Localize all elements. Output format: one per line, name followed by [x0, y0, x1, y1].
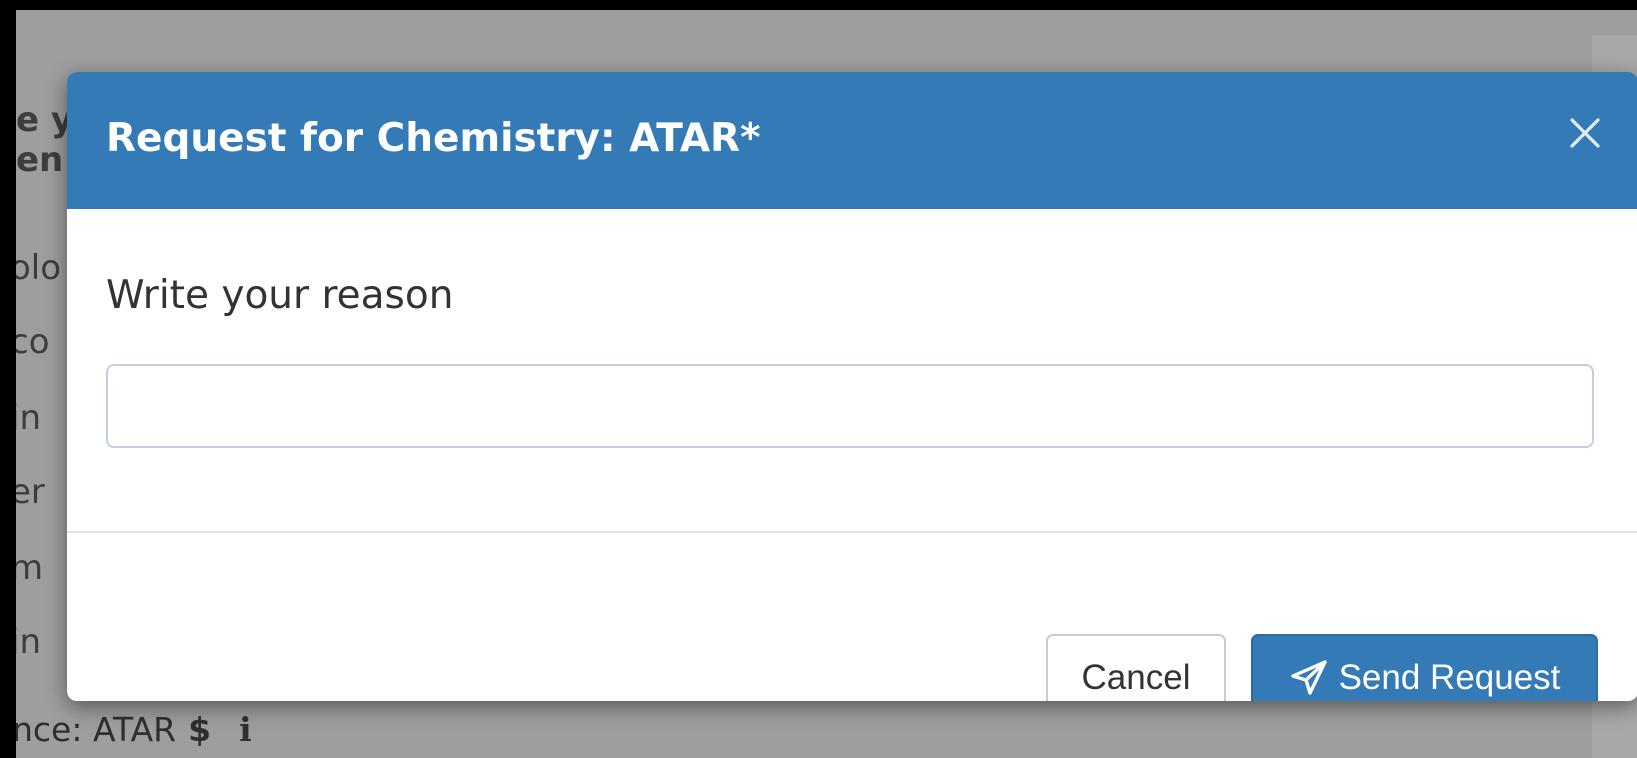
background-text: olo: [16, 248, 62, 288]
background-text: m: [16, 548, 44, 588]
send-request-button[interactable]: Send Request: [1251, 634, 1598, 701]
modal-footer: Cancel Send Request: [67, 533, 1637, 701]
background-text: e y: [16, 100, 74, 140]
background-text: co: [16, 322, 50, 362]
cancel-button[interactable]: Cancel: [1046, 634, 1226, 701]
cancel-button-label: Cancel: [1081, 658, 1191, 697]
background-text: in: [16, 622, 41, 662]
request-modal: Request for Chemistry: ATAR* Write your …: [67, 72, 1637, 701]
dollar-icon[interactable]: $: [188, 710, 211, 749]
reason-input[interactable]: [106, 364, 1594, 448]
send-request-label: Send Request: [1338, 658, 1561, 697]
modal-title: Request for Chemistry: ATAR*: [106, 116, 761, 161]
background-fee-text: nce: ATAR: [16, 710, 177, 749]
info-icon[interactable]: i: [239, 710, 252, 749]
background-text: in: [16, 398, 41, 438]
paper-plane-icon: [1289, 658, 1329, 698]
background-text: en: [16, 140, 64, 180]
page-backdrop: e y en olo co in er m in nce: ATAR $ i Req…: [16, 10, 1637, 758]
close-icon[interactable]: [1568, 116, 1602, 150]
reason-label: Write your reason: [106, 273, 454, 318]
background-text: er: [16, 472, 45, 512]
background-fee-line: nce: ATAR $ i: [16, 710, 252, 749]
modal-header: Request for Chemistry: ATAR*: [67, 72, 1637, 209]
